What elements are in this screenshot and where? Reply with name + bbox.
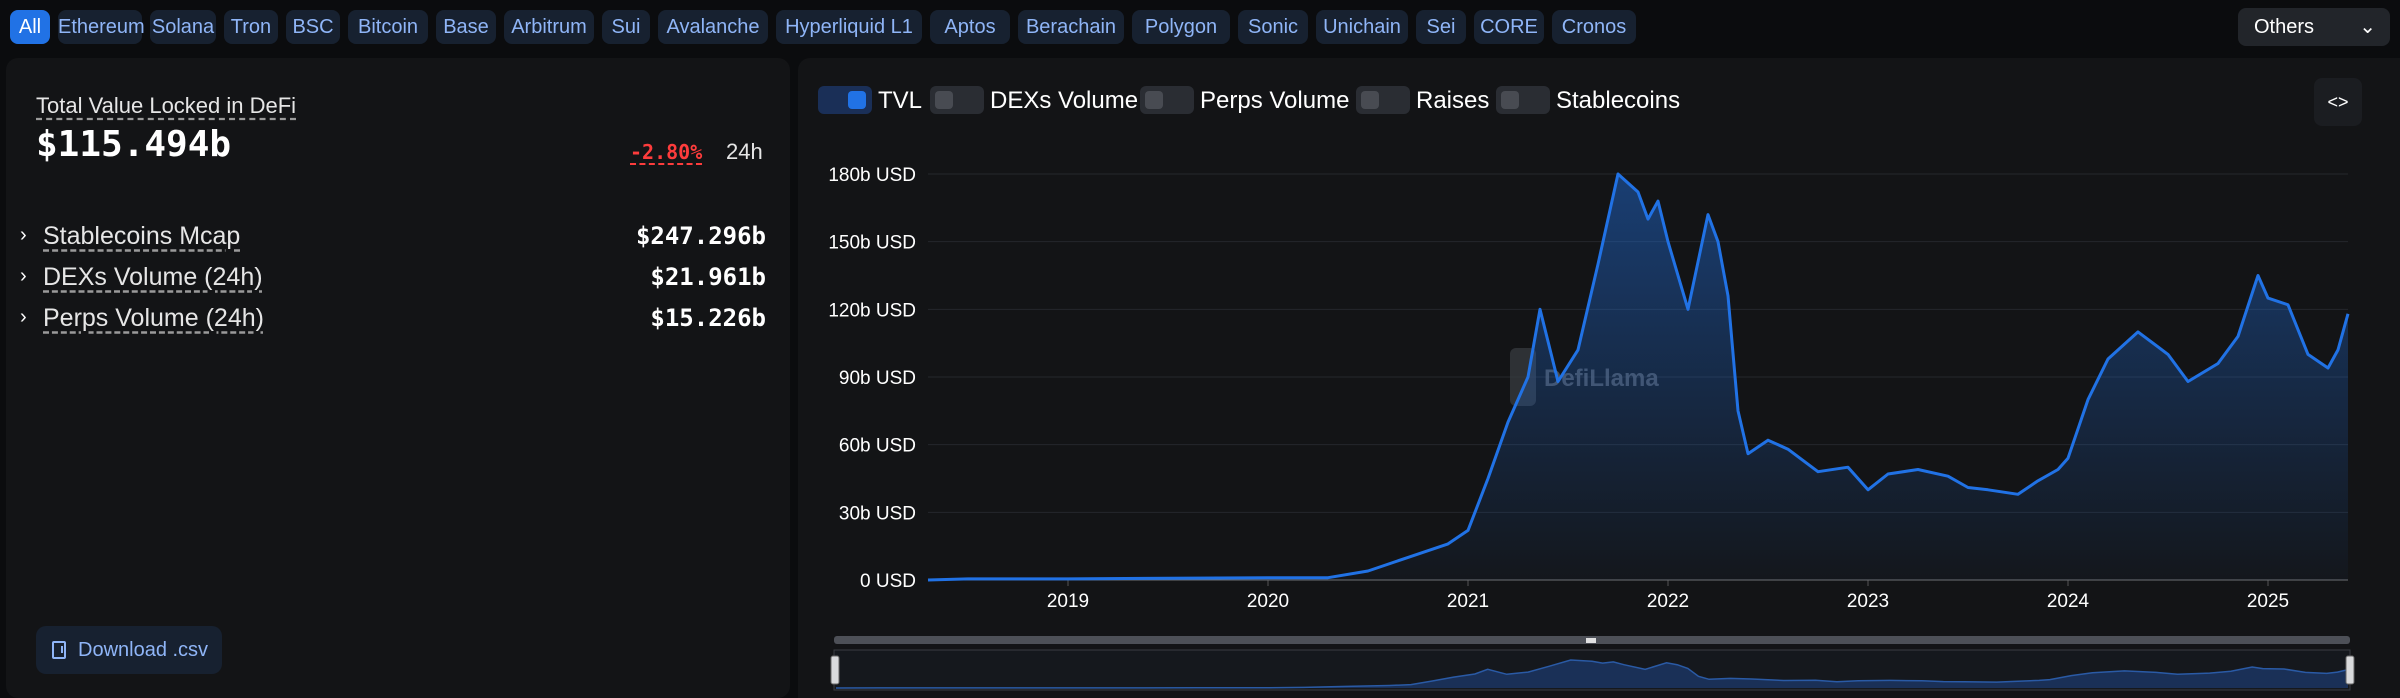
metric-value: $21.961b: [650, 263, 766, 291]
chain-tab-solana[interactable]: Solana: [150, 10, 216, 44]
metric-label: Stablecoins Mcap: [43, 222, 241, 250]
metric-value: $247.296b: [635, 222, 766, 250]
x-tick-label: 2020: [1247, 591, 1289, 612]
tvl-change[interactable]: -2.80%: [630, 140, 702, 164]
y-tick-label: 180b USD: [828, 165, 916, 186]
chain-tab-sui[interactable]: Sui: [602, 10, 650, 44]
y-tick-label: 30b USD: [839, 503, 916, 524]
chain-tab-all[interactable]: All: [10, 10, 50, 44]
tvl-value: $115.494b: [36, 124, 232, 165]
y-tick-label: 90b USD: [839, 368, 916, 389]
tvl-chart[interactable]: 0 USD 30b USD 60b USD 90b USD 120b USD 150b U…: [798, 58, 2400, 698]
y-tick-label: 150b USD: [828, 233, 916, 254]
others-dropdown[interactable]: Others ⌄: [2238, 8, 2390, 46]
x-tick-label: 2024: [2047, 591, 2090, 612]
metric-dexs-volume[interactable]: › DEXs Volume (24h) $21.961b: [16, 261, 766, 297]
y-tick-label: 120b USD: [828, 300, 916, 321]
download-file-icon: [52, 641, 66, 659]
metric-label: Perps Volume (24h): [43, 304, 264, 332]
chain-tab-base[interactable]: Base: [436, 10, 496, 44]
x-tick-label: 2023: [1847, 591, 1889, 612]
chevron-right-icon: ›: [20, 306, 27, 328]
range-handle-left[interactable]: [830, 655, 840, 685]
chain-tab-tron[interactable]: Tron: [224, 10, 278, 44]
chain-tab-aptos[interactable]: Aptos: [930, 10, 1010, 44]
x-tick-label: 2025: [2247, 591, 2289, 612]
metric-perps-volume[interactable]: › Perps Volume (24h) $15.226b: [16, 302, 766, 338]
download-csv-button[interactable]: Download .csv: [36, 626, 222, 674]
chain-tab-berachain[interactable]: Berachain: [1018, 10, 1124, 44]
chain-tab-arbitrum[interactable]: Arbitrum: [504, 10, 594, 44]
chain-tab-sonic[interactable]: Sonic: [1238, 10, 1308, 44]
chevron-right-icon: ›: [20, 265, 27, 287]
range-drag-grip[interactable]: [1586, 638, 1596, 643]
download-label: Download .csv: [78, 639, 209, 661]
chain-tab-polygon[interactable]: Polygon: [1132, 10, 1230, 44]
metric-stablecoins[interactable]: › Stablecoins Mcap $247.296b: [16, 220, 766, 256]
chain-tab-bsc[interactable]: BSC: [286, 10, 340, 44]
chart-panel: TVL DEXs Volume Perps Volume Raises Stab…: [798, 58, 2400, 698]
x-tick-label: 2019: [1047, 591, 1089, 612]
y-tick-label: 0 USD: [860, 571, 916, 592]
x-tick-label: 2022: [1647, 591, 1689, 612]
chain-tab-hyperliquid-l1[interactable]: Hyperliquid L1: [776, 10, 922, 44]
chain-tab-ethereum[interactable]: Ethereum: [58, 10, 145, 44]
chain-tab-unichain[interactable]: Unichain: [1316, 10, 1408, 44]
chain-tab-cronos[interactable]: Cronos: [1552, 10, 1636, 44]
others-label: Others: [2254, 16, 2315, 38]
chain-tab-bitcoin[interactable]: Bitcoin: [348, 10, 428, 44]
chain-tab-sei[interactable]: Sei: [1416, 10, 1466, 44]
x-tick-label: 2021: [1447, 591, 1489, 612]
range-handle-right[interactable]: [2345, 655, 2355, 685]
metric-value: $15.226b: [650, 304, 766, 332]
chain-tab-core[interactable]: CORE: [1474, 10, 1544, 44]
tvl-period: 24h: [726, 139, 763, 164]
metric-label: DEXs Volume (24h): [43, 263, 263, 291]
chevron-right-icon: ›: [20, 224, 27, 246]
tvl-label[interactable]: Total Value Locked in DeFi: [36, 93, 296, 119]
chain-filter-bar: All Ethereum Solana Tron BSC Bitcoin Base Arbit…: [0, 0, 2400, 54]
summary-panel: Total Value Locked in DeFi $115.494b -2.…: [6, 58, 790, 698]
chevron-down-icon: ⌄: [2359, 16, 2376, 38]
y-tick-label: 60b USD: [839, 436, 916, 457]
chain-tab-avalanche[interactable]: Avalanche: [658, 10, 768, 44]
